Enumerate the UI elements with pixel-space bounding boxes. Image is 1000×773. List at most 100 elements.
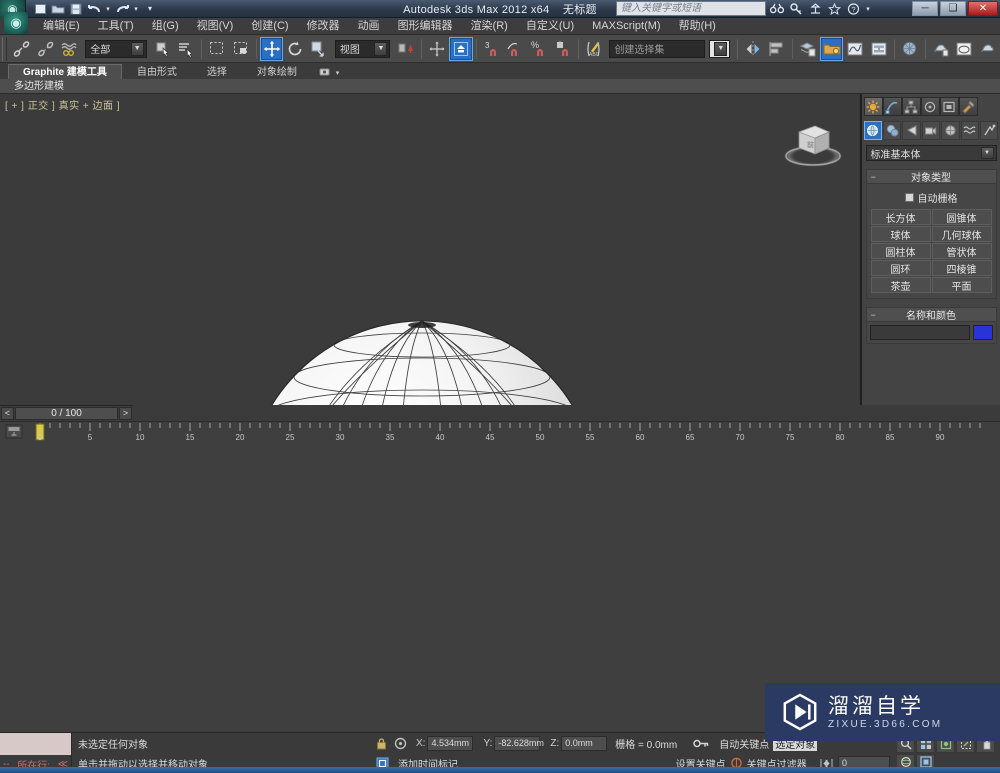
close-button[interactable]: ✕ <box>968 1 998 16</box>
menu-help[interactable]: 帮助(H) <box>670 18 725 35</box>
menu-customize[interactable]: 自定义(U) <box>517 18 583 35</box>
redo-icon[interactable] <box>114 1 130 16</box>
create-cone-button[interactable]: 圆锥体 <box>931 209 992 225</box>
name-and-color-header[interactable]: − 名称和颜色 <box>866 308 996 322</box>
chevron-down-icon[interactable]: ▼ <box>130 41 144 56</box>
undo-icon[interactable] <box>86 1 102 16</box>
time-slider-track[interactable] <box>133 405 1000 421</box>
select-and-scale-icon[interactable] <box>307 37 331 61</box>
schematic-view-icon[interactable] <box>867 37 891 61</box>
chevron-down-icon[interactable]: ▼ <box>374 41 388 56</box>
create-sphere-button[interactable]: 球体 <box>870 226 931 242</box>
create-torus-button[interactable]: 圆环 <box>870 260 931 276</box>
shapes-button[interactable] <box>882 121 902 140</box>
select-object-icon[interactable] <box>151 37 175 61</box>
object-type-header[interactable]: − 对象类型 <box>866 170 996 184</box>
select-and-rotate-icon[interactable] <box>283 37 307 61</box>
create-geosphere-button[interactable]: 几何球体 <box>931 226 992 242</box>
percent-snap-toggle-icon[interactable]: % <box>527 37 551 61</box>
time-slider-handle[interactable]: 0 / 100 <box>15 406 118 420</box>
search-input[interactable]: 键入关键字或短语 <box>616 1 766 16</box>
cp-tab-motion[interactable] <box>920 97 940 116</box>
selection-filter-combo[interactable]: 全部 ▼ <box>85 39 147 58</box>
menu-tools[interactable]: 工具(T) <box>89 18 143 35</box>
prev-frame-button[interactable]: < <box>1 406 14 420</box>
use-pivot-point-center-icon[interactable] <box>394 37 418 61</box>
minimize-button[interactable]: ─ <box>912 1 938 16</box>
viewport[interactable]: 前 Z Y X [ + ] 正交 ] 真实 + 边面 ] <box>0 94 861 405</box>
window-crossing-icon[interactable] <box>229 37 253 61</box>
align-icon[interactable] <box>765 37 789 61</box>
snaps-toggle-icon[interactable]: 3 <box>480 37 504 61</box>
render-preset-combo[interactable]: ▼ <box>708 39 731 58</box>
keyboard-shortcut-override-icon[interactable] <box>448 36 473 61</box>
ribbon-panel-polygon-modeling[interactable]: 多边形建模 <box>8 80 70 93</box>
menu-group[interactable]: 组(G) <box>143 18 188 35</box>
favorites-star-icon[interactable] <box>826 1 842 16</box>
create-tube-button[interactable]: 管状体 <box>931 243 992 259</box>
create-cylinder-button[interactable]: 圆柱体 <box>870 243 931 259</box>
cp-tab-modify[interactable] <box>882 97 902 116</box>
menu-create[interactable]: 创建(C) <box>242 18 297 35</box>
mirror-icon[interactable] <box>741 37 765 61</box>
menu-views[interactable]: 视图(V) <box>188 18 243 35</box>
create-plane-button[interactable]: 平面 <box>931 277 992 293</box>
tab-freeform[interactable]: 自由形式 <box>122 64 192 79</box>
binoculars-icon[interactable] <box>769 1 785 16</box>
chevron-down-icon[interactable]: ▼ <box>714 41 728 56</box>
space-warps-button[interactable] <box>960 121 980 140</box>
cp-tab-hierarchy[interactable] <box>901 97 921 116</box>
menu-animation[interactable]: 动画 <box>349 18 389 35</box>
geometry-button[interactable] <box>863 121 882 140</box>
reference-coordinate-system-combo[interactable]: 视图 ▼ <box>334 39 391 58</box>
absolute-relative-icon[interactable] <box>390 737 410 750</box>
new-file-icon[interactable] <box>32 1 48 16</box>
help-dropdown-icon[interactable]: ▾ <box>864 1 872 16</box>
ribbon-options-icon[interactable]: ▾ <box>312 64 346 79</box>
render-setup-icon[interactable] <box>929 37 953 61</box>
angle-snap-toggle-icon[interactable] <box>503 37 527 61</box>
object-color-swatch[interactable] <box>972 325 993 340</box>
chevron-down-icon[interactable]: ▼ <box>980 147 994 159</box>
create-box-button[interactable]: 长方体 <box>870 209 931 225</box>
qat-customize-icon[interactable]: ▾ <box>142 1 158 16</box>
menu-maxscript[interactable]: MAXScript(M) <box>583 18 669 35</box>
select-and-manipulate-icon[interactable] <box>425 37 449 61</box>
helpers-button[interactable] <box>941 121 960 140</box>
render-production-icon[interactable] <box>976 37 1000 61</box>
coord-z-field[interactable]: 0.0mm <box>561 735 608 751</box>
redo-dropdown-icon[interactable]: ▾ <box>132 1 140 16</box>
lock-selection-icon[interactable] <box>372 737 390 750</box>
layer-manager-icon[interactable] <box>796 37 820 61</box>
rendered-frame-window-icon[interactable] <box>952 37 976 61</box>
lights-button[interactable] <box>902 121 921 140</box>
tab-object-paint[interactable]: 对象绘制 <box>242 64 312 79</box>
rectangular-selection-region-icon[interactable] <box>205 37 229 61</box>
edit-named-selection-sets-icon[interactable]: ABC <box>582 37 606 61</box>
help-icon[interactable]: ? <box>845 1 861 16</box>
menu-graph-editors[interactable]: 图形编辑器 <box>389 18 462 35</box>
cp-tab-utilities[interactable] <box>958 97 978 116</box>
select-by-name-icon[interactable] <box>174 37 198 61</box>
object-name-input[interactable] <box>869 325 970 340</box>
auto-key-button[interactable]: 自动关键点 <box>719 736 769 751</box>
tab-graphite-modeling-tools[interactable]: Graphite 建模工具 <box>8 64 122 79</box>
undo-dropdown-icon[interactable]: ▾ <box>104 1 112 16</box>
viewport-canvas[interactable]: 前 Z Y X <box>0 94 861 405</box>
key-icon[interactable] <box>788 1 804 16</box>
maximize-button[interactable]: ❑ <box>940 1 966 16</box>
maxscript-listener-input[interactable] <box>0 733 71 755</box>
systems-button[interactable] <box>980 121 999 140</box>
autogrid-checkbox[interactable] <box>904 193 914 202</box>
named-selection-sets-combo[interactable]: 创建选择集 <box>609 39 705 58</box>
object-category-dropdown[interactable]: 标准基本体 ▼ <box>865 145 997 161</box>
create-pyramid-button[interactable]: 四棱锥 <box>931 260 992 276</box>
menu-modifiers[interactable]: 修改器 <box>298 18 349 35</box>
subscription-icon[interactable] <box>807 1 823 16</box>
spinner-snap-toggle-icon[interactable] <box>551 37 575 61</box>
menu-edit[interactable]: 编辑(E) <box>34 18 89 35</box>
open-file-icon[interactable] <box>50 1 66 16</box>
key-toggle-icon[interactable] <box>691 738 711 749</box>
graphite-modeling-tools-toggle-icon[interactable] <box>819 36 844 61</box>
coord-y-field[interactable]: -82.628mm <box>494 735 544 751</box>
